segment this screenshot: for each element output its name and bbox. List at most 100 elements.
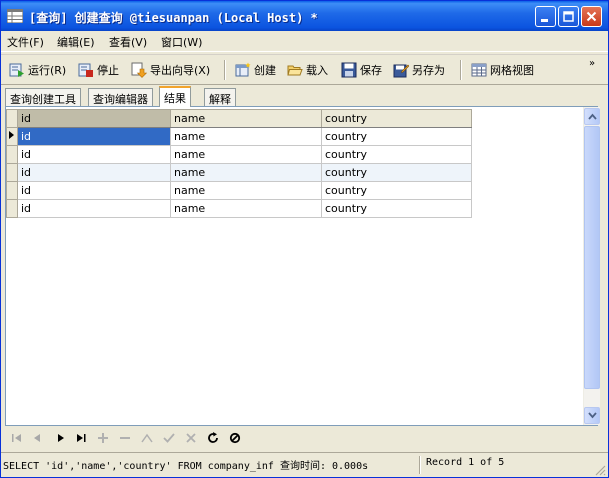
table-cell[interactable]: country [321, 145, 472, 164]
run-label: 运行(R) [28, 64, 67, 77]
table-cell[interactable]: name [170, 163, 322, 182]
save-as-icon [393, 64, 409, 78]
cancel-edit-button[interactable] [183, 431, 199, 445]
status-sql-text: SELECT 'id','name','country' FROM compan… [3, 461, 369, 472]
toolbar-separator [224, 60, 226, 80]
menu-file[interactable]: 文件(F) [7, 34, 44, 50]
maximize-icon [563, 11, 574, 22]
header-row: id name country [6, 109, 472, 128]
create-button[interactable]: 创建 [235, 59, 276, 81]
load-button[interactable]: 载入 [287, 59, 328, 81]
vertical-scrollbar[interactable] [583, 107, 600, 425]
table-row[interactable]: id name country [6, 181, 472, 200]
row-indicator[interactable] [6, 127, 18, 146]
record-navigator [5, 427, 598, 449]
toolbar: 运行(R) 停止 导出向导(X) 创建 载入 保存 另存为 网格视图 » [1, 54, 608, 85]
stop-fetch-button[interactable] [227, 431, 243, 445]
table-row[interactable]: id name country [6, 199, 472, 218]
chevron-down-icon [588, 412, 597, 419]
refresh-button[interactable] [205, 431, 221, 445]
last-record-icon [77, 434, 86, 442]
stop-button[interactable]: 停止 [78, 59, 119, 81]
header-corner [6, 109, 18, 128]
table-cell[interactable]: country [321, 127, 472, 146]
next-record-icon [58, 434, 64, 442]
delete-record-button[interactable] [117, 431, 133, 445]
menu-edit[interactable]: 编辑(E) [57, 34, 95, 50]
table-cell[interactable]: name [170, 127, 322, 146]
current-row-arrow-icon [9, 131, 14, 139]
column-header-country[interactable]: country [321, 109, 472, 128]
table-cell[interactable]: country [321, 163, 472, 182]
results-table: id name country id name country id name … [6, 109, 472, 218]
table-cell[interactable]: id [17, 127, 171, 146]
export-wizard-button[interactable]: 导出向导(X) [131, 59, 210, 81]
status-record-count: Record 1 of 5 [426, 457, 505, 468]
column-header-id[interactable]: id [17, 109, 171, 128]
table-cell[interactable]: name [170, 181, 322, 200]
export-wizard-label: 导出向导(X) [150, 64, 211, 77]
minimize-button[interactable] [535, 6, 556, 27]
export-icon [131, 62, 147, 78]
prior-record-button[interactable] [29, 431, 45, 445]
row-indicator[interactable] [6, 145, 18, 164]
tab-query-builder[interactable]: 查询创建工具 [5, 88, 81, 106]
scroll-up-button[interactable] [584, 108, 600, 125]
title-bar[interactable]: [查询] 创建查询 @tiesuanpan (Local Host) * [1, 1, 608, 31]
grid-view-button[interactable]: 网格视图 [471, 59, 534, 81]
tab-query-editor[interactable]: 查询编辑器 [88, 88, 153, 106]
menu-view[interactable]: 查看(V) [109, 34, 147, 50]
refresh-icon [208, 432, 218, 443]
load-label: 载入 [306, 64, 328, 77]
stop-icon [78, 63, 93, 77]
table-cell[interactable]: name [170, 145, 322, 164]
last-record-button[interactable] [73, 431, 89, 445]
status-bar: SELECT 'id','name','country' FROM compan… [1, 452, 608, 477]
column-header-name[interactable]: name [170, 109, 322, 128]
table-row[interactable]: id name country [6, 163, 472, 182]
save-label: 保存 [360, 64, 382, 77]
save-icon [341, 62, 357, 78]
menu-window[interactable]: 窗口(W) [161, 34, 202, 50]
save-button[interactable]: 保存 [341, 59, 382, 81]
run-button[interactable]: 运行(R) [9, 59, 66, 81]
create-label: 创建 [254, 64, 276, 77]
scroll-thumb[interactable] [584, 126, 600, 389]
toolbar-separator [460, 60, 462, 80]
table-cell[interactable]: name [170, 199, 322, 218]
plus-icon [98, 433, 108, 443]
resize-grip-icon[interactable] [594, 464, 606, 476]
tab-explain[interactable]: 解释 [204, 88, 236, 106]
row-indicator[interactable] [6, 181, 18, 200]
close-icon [586, 11, 597, 22]
results-grid[interactable]: id name country id name country id name … [5, 106, 600, 426]
table-cell[interactable]: id [17, 181, 171, 200]
table-cell[interactable]: country [321, 181, 472, 200]
table-app-icon [7, 9, 23, 23]
scroll-down-button[interactable] [584, 407, 600, 424]
post-edit-button[interactable] [161, 431, 177, 445]
tab-results[interactable]: 结果 [159, 86, 191, 107]
toolbar-overflow-chevron[interactable]: » [589, 59, 595, 69]
first-record-button[interactable] [9, 431, 25, 445]
minus-icon [120, 437, 130, 439]
cross-icon [186, 433, 196, 443]
insert-record-button[interactable] [95, 431, 111, 445]
save-as-button[interactable]: 另存为 [393, 59, 445, 81]
table-cell[interactable]: id [17, 145, 171, 164]
prior-record-icon [34, 434, 40, 442]
table-cell[interactable]: id [17, 163, 171, 182]
maximize-button[interactable] [558, 6, 579, 27]
table-row[interactable]: id name country [6, 145, 472, 164]
table-cell[interactable]: id [17, 199, 171, 218]
tab-bar: 查询创建工具 查询编辑器 结果 解释 [1, 86, 608, 107]
row-indicator[interactable] [6, 163, 18, 182]
row-indicator[interactable] [6, 199, 18, 218]
triangle-up-icon [141, 433, 153, 443]
table-row[interactable]: id name country [6, 127, 472, 146]
edit-record-button[interactable] [139, 431, 155, 445]
query-window: [查询] 创建查询 @tiesuanpan (Local Host) * 文件(… [0, 0, 609, 478]
close-button[interactable] [581, 6, 602, 27]
next-record-button[interactable] [53, 431, 69, 445]
table-cell[interactable]: country [321, 199, 472, 218]
